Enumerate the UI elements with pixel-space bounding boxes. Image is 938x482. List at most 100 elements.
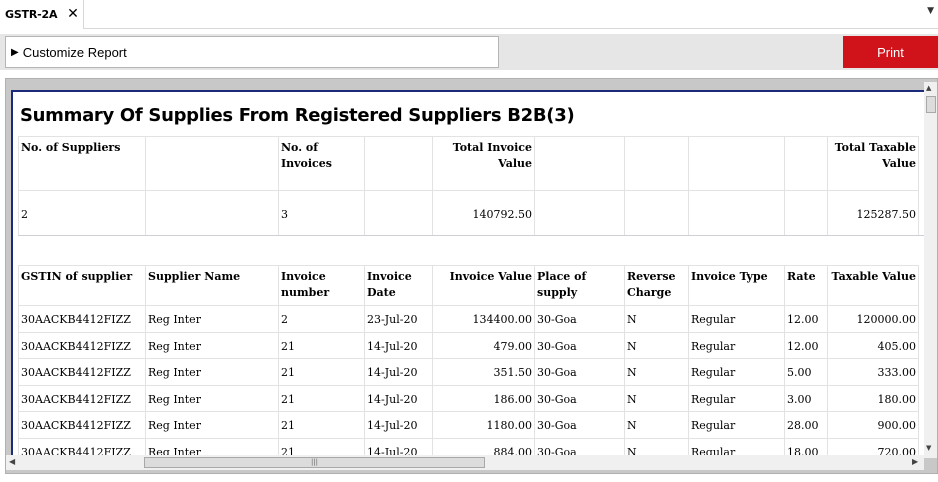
table-row[interactable]: 30AACKB4412FIZZ Reg Inter 21 14-Jul-20 351.5… (18, 358, 919, 386)
table-cell: 186.00 (432, 384, 535, 412)
table-cell: 28.00 (784, 411, 828, 439)
summary-value-row: 2 3 140792.50 125287.50 (18, 190, 919, 236)
table-row[interactable]: 30AACKB4412FIZZ Reg Inter 21 14-Jul-20 1180.… (18, 411, 919, 439)
table-cell: 30AACKB4412FIZZ (18, 384, 146, 412)
summary-value-cell (624, 190, 689, 236)
summary-header-cell (624, 136, 689, 191)
summary-value-cell (145, 190, 279, 236)
summary-header-row: No. of Suppliers No. of Invoices Total Invo… (18, 136, 919, 191)
table-cell: Regular (688, 331, 785, 359)
column-header: Taxable Value (827, 265, 919, 306)
scroll-down-icon[interactable]: ▼ (926, 444, 931, 452)
column-header: Invoice Date (364, 265, 433, 306)
table-cell: 333.00 (827, 358, 919, 386)
invoice-header-row: GSTIN of supplier Supplier Name Invoice num… (18, 265, 919, 306)
table-cell: 479.00 (432, 331, 535, 359)
summary-value-cell (364, 190, 433, 236)
table-cell: 3.00 (784, 384, 828, 412)
summary-header-cell (145, 136, 279, 191)
table-cell: N (624, 411, 689, 439)
summary-header-cell (688, 136, 785, 191)
column-header: Invoice number (278, 265, 365, 306)
section-divider (18, 235, 925, 236)
vertical-scroll-thumb[interactable] (926, 96, 936, 113)
table-cell: 14-Jul-20 (364, 358, 433, 386)
scroll-right-icon[interactable]: ▶ (912, 457, 918, 466)
horizontal-scrollbar[interactable]: ◀ ||| ▶ (6, 455, 924, 470)
table-cell: 30AACKB4412FIZZ (18, 331, 146, 359)
table-cell: 12.00 (784, 305, 828, 333)
scroll-up-icon[interactable]: ▲ (926, 84, 931, 92)
summary-header-cell: No. of Suppliers (18, 136, 146, 191)
table-cell: 180.00 (827, 384, 919, 412)
table-cell: 405.00 (827, 331, 919, 359)
table-cell: 2 (278, 305, 365, 333)
print-button[interactable]: Print (843, 36, 938, 68)
table-cell: 134400.00 (432, 305, 535, 333)
table-cell: Reg Inter (145, 411, 279, 439)
summary-value-cell (534, 190, 625, 236)
table-cell: 21 (278, 331, 365, 359)
table-cell: 12.00 (784, 331, 828, 359)
tab-gstr-2a[interactable]: GSTR-2A ✕ (0, 0, 84, 29)
customize-report-label: Customize Report (22, 44, 127, 60)
column-header: Place of supply (534, 265, 625, 306)
table-cell: 30-Goa (534, 358, 625, 386)
column-header: Invoice Value (432, 265, 535, 306)
table-cell: 21 (278, 411, 365, 439)
table-cell: Reg Inter (145, 305, 279, 333)
summary-value-cell: 3 (278, 190, 365, 236)
summary-header-cell: Total Taxable Value (827, 136, 919, 191)
summary-value-cell: 140792.50 (432, 190, 535, 236)
table-cell: 30AACKB4412FIZZ (18, 305, 146, 333)
table-cell: Regular (688, 358, 785, 386)
column-header: GSTIN of supplier (18, 265, 146, 306)
close-icon[interactable]: ✕ (66, 6, 80, 22)
table-cell: N (624, 331, 689, 359)
table-cell: N (624, 358, 689, 386)
summary-header-cell (534, 136, 625, 191)
table-cell: 1180.00 (432, 411, 535, 439)
report-viewer: Summary Of Supplies From Registered Supp… (5, 78, 938, 474)
horizontal-scroll-thumb[interactable]: ||| (144, 457, 485, 468)
table-cell: 900.00 (827, 411, 919, 439)
table-cell: 120000.00 (827, 305, 919, 333)
column-header: Invoice Type (688, 265, 785, 306)
table-cell: Reg Inter (145, 384, 279, 412)
table-cell: 5.00 (784, 358, 828, 386)
table-cell: Regular (688, 305, 785, 333)
table-cell: 21 (278, 358, 365, 386)
table-cell: 30AACKB4412FIZZ (18, 411, 146, 439)
table-cell: N (624, 305, 689, 333)
summary-value-cell: 125287.50 (827, 190, 919, 236)
table-cell: 30-Goa (534, 384, 625, 412)
table-cell: 14-Jul-20 (364, 331, 433, 359)
column-header: Reverse Charge (624, 265, 689, 306)
table-cell: Regular (688, 411, 785, 439)
table-cell: 351.50 (432, 358, 535, 386)
tab-menu-icon[interactable]: ▼ (927, 6, 934, 16)
summary-header-cell (364, 136, 433, 191)
summary-value-cell (688, 190, 785, 236)
scroll-left-icon[interactable]: ◀ (9, 457, 15, 466)
table-cell: 30-Goa (534, 331, 625, 359)
summary-header-cell (784, 136, 828, 191)
tab-bar: GSTR-2A ✕ ▼ (0, 0, 938, 29)
vertical-scrollbar[interactable]: ▲ ▼ (924, 82, 937, 458)
table-row[interactable]: 30AACKB4412FIZZ Reg Inter 21 14-Jul-20 479.0… (18, 331, 919, 359)
table-row[interactable]: 30AACKB4412FIZZ Reg Inter 2 23-Jul-20 134400… (18, 305, 919, 333)
report-page: Summary Of Supplies From Registered Supp… (11, 90, 925, 457)
table-cell: 30AACKB4412FIZZ (18, 358, 146, 386)
report-title: Summary Of Supplies From Registered Supp… (20, 105, 575, 126)
summary-header-cell: Total Invoice Value (432, 136, 535, 191)
table-cell: 30-Goa (534, 305, 625, 333)
table-row[interactable]: 30AACKB4412FIZZ Reg Inter 21 14-Jul-20 186.0… (18, 384, 919, 412)
tab-label: GSTR-2A (5, 8, 58, 21)
column-header: Supplier Name (145, 265, 279, 306)
table-cell: Reg Inter (145, 358, 279, 386)
summary-header-cell: No. of Invoices (278, 136, 365, 191)
table-cell: N (624, 384, 689, 412)
customize-report-button[interactable]: ▶ Customize Report (5, 36, 499, 68)
column-header: Rate (784, 265, 828, 306)
summary-value-cell (784, 190, 828, 236)
